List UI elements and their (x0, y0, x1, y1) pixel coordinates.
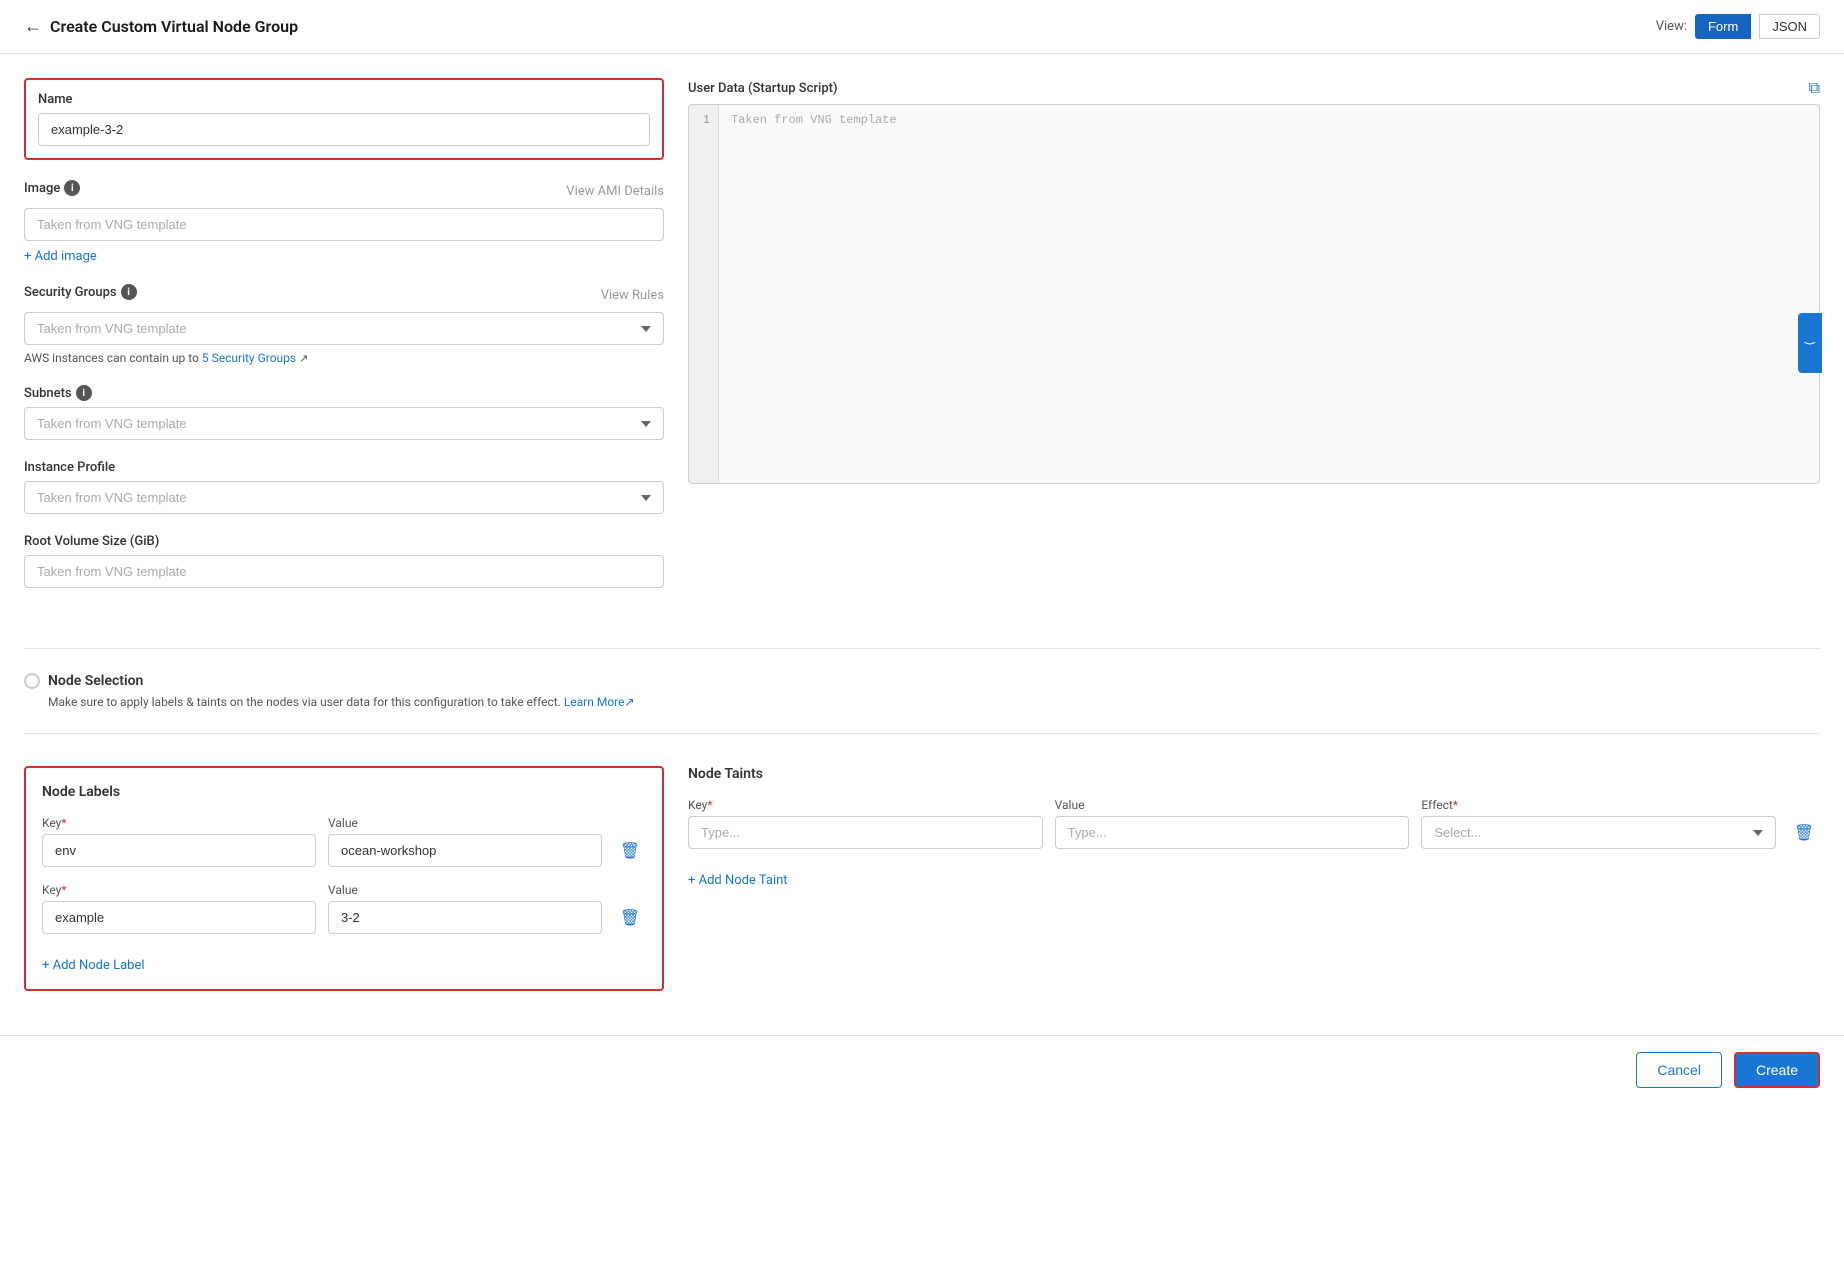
image-section: Image i View AMI Details + Add image (24, 180, 664, 264)
label-key-1-input[interactable] (42, 834, 316, 867)
code-editor[interactable]: 1 Taken from VNG template (688, 104, 1820, 484)
image-input[interactable] (24, 208, 664, 241)
security-groups-section: Security Groups i View Rules Taken from … (24, 284, 664, 365)
taint-effect-label: Effect* (1421, 798, 1776, 812)
node-taints-title: Node Taints (688, 766, 1820, 782)
page-title: Create Custom Virtual Node Group (50, 17, 298, 36)
add-node-label-link[interactable]: + Add Node Label (42, 958, 145, 973)
label-key-2-container: Key* (42, 883, 316, 934)
label-value-1-container: Value (328, 816, 602, 867)
taint-key-container: Key* (688, 798, 1043, 849)
taint-key-label: Key* (688, 798, 1043, 812)
node-selection-header: Node Selection (24, 673, 1820, 689)
root-volume-label: Root Volume Size (GiB) (24, 534, 664, 549)
security-groups-select[interactable]: Taken from VNG template (24, 312, 664, 345)
footer-buttons: Cancel Create (0, 1035, 1844, 1104)
node-labels-panel: Node Labels Key* Value 🗑 Key* (24, 766, 664, 991)
copy-icon[interactable]: ⧉ (1809, 78, 1820, 98)
security-groups-label: Security Groups i (24, 284, 137, 300)
view-ami-link[interactable]: View AMI Details (566, 184, 664, 199)
user-data-header: User Data (Startup Script) ⧉ (688, 78, 1820, 98)
view-form-button[interactable]: Form (1695, 14, 1751, 39)
view-label: View: (1656, 19, 1687, 34)
instance-profile-section: Instance Profile Taken from VNG template (24, 460, 664, 514)
header-left: ← Create Custom Virtual Node Group (24, 16, 298, 37)
security-note: AWS instances can contain up to 5 Securi… (24, 351, 664, 365)
security-groups-info-icon[interactable]: i (121, 284, 137, 300)
taint-key-input[interactable] (688, 816, 1043, 849)
user-data-label: User Data (Startup Script) (688, 81, 838, 96)
section-divider (24, 648, 1820, 649)
node-selection-title: Node Selection (48, 673, 143, 689)
node-selection-circle (24, 673, 40, 689)
taint-value-input[interactable] (1055, 816, 1410, 849)
node-selection-section: Node Selection Make sure to apply labels… (0, 608, 1844, 766)
label-key-1-container: Key* (42, 816, 316, 867)
image-info-icon[interactable]: i (64, 180, 80, 196)
security-groups-label-row: Security Groups i View Rules (24, 284, 664, 306)
label-key-1-label: Key* (42, 816, 316, 830)
code-content: Taken from VNG template (719, 105, 1819, 483)
node-taints-panel: Node Taints Key* Value Effect* Select... (688, 766, 1820, 991)
side-tab-icon: ⟩ (1803, 341, 1817, 346)
label-value-1-label: Value (328, 816, 602, 830)
label-value-2-container: Value (328, 883, 602, 934)
taint-row-1: Key* Value Effect* Select... 🗑 (688, 798, 1820, 849)
cancel-button[interactable]: Cancel (1636, 1052, 1722, 1088)
instance-profile-select[interactable]: Taken from VNG template (24, 481, 664, 514)
name-field-container: Name (24, 78, 664, 160)
label-value-1-input[interactable] (328, 834, 602, 867)
image-label: Image i (24, 180, 80, 196)
node-selection-desc: Make sure to apply labels & taints on th… (48, 695, 1820, 709)
bottom-divider (24, 733, 1820, 734)
label-key-2-label: Key* (42, 883, 316, 897)
taint-effect-container: Effect* Select... (1421, 798, 1776, 849)
label-row-2: Key* Value 🗑 (42, 883, 646, 934)
image-label-row: Image i View AMI Details (24, 180, 664, 202)
name-input[interactable] (38, 113, 650, 146)
delete-taint-1-button[interactable]: 🗑 (1788, 815, 1820, 849)
name-label: Name (38, 92, 650, 107)
taint-effect-select[interactable]: Select... (1421, 816, 1776, 849)
side-tab[interactable]: ⟩ (1798, 313, 1822, 373)
create-button[interactable]: Create (1734, 1052, 1820, 1088)
view-toggle: View: Form JSON (1656, 14, 1820, 39)
subnets-label: Subnets i (24, 385, 664, 401)
view-rules-link[interactable]: View Rules (601, 288, 664, 303)
subnets-info-icon[interactable]: i (76, 385, 92, 401)
view-json-button[interactable]: JSON (1759, 14, 1820, 39)
label-value-2-label: Value (328, 883, 602, 897)
subnets-section: Subnets i Taken from VNG template (24, 385, 664, 440)
add-image-link[interactable]: + Add image (24, 249, 97, 264)
add-node-taint-link[interactable]: + Add Node Taint (688, 873, 788, 888)
security-groups-ext-icon: ↗ (299, 352, 308, 365)
root-volume-input[interactable] (24, 555, 664, 588)
top-section: Name Image i View AMI Details + Add imag… (0, 54, 1844, 608)
taint-value-label: Value (1055, 798, 1410, 812)
right-form: User Data (Startup Script) ⧉ 1 Taken fro… (688, 78, 1820, 608)
node-labels-title: Node Labels (42, 784, 646, 800)
label-value-2-input[interactable] (328, 901, 602, 934)
left-form: Name Image i View AMI Details + Add imag… (24, 78, 664, 608)
back-button[interactable]: ← (24, 16, 42, 37)
page-header: ← Create Custom Virtual Node Group View:… (0, 0, 1844, 54)
line-numbers: 1 (689, 105, 719, 483)
label-row-1: Key* Value 🗑 (42, 816, 646, 867)
bottom-panels: Node Labels Key* Value 🗑 Key* (0, 766, 1844, 1015)
root-volume-section: Root Volume Size (GiB) (24, 534, 664, 588)
subnets-select[interactable]: Taken from VNG template (24, 407, 664, 440)
learn-more-link[interactable]: Learn More↗ (564, 695, 635, 709)
security-groups-count-link[interactable]: 5 Security Groups (202, 351, 296, 365)
delete-label-2-button[interactable]: 🗑 (614, 900, 646, 934)
instance-profile-label: Instance Profile (24, 460, 664, 475)
taint-value-container: Value (1055, 798, 1410, 849)
label-key-2-input[interactable] (42, 901, 316, 934)
delete-label-1-button[interactable]: 🗑 (614, 833, 646, 867)
